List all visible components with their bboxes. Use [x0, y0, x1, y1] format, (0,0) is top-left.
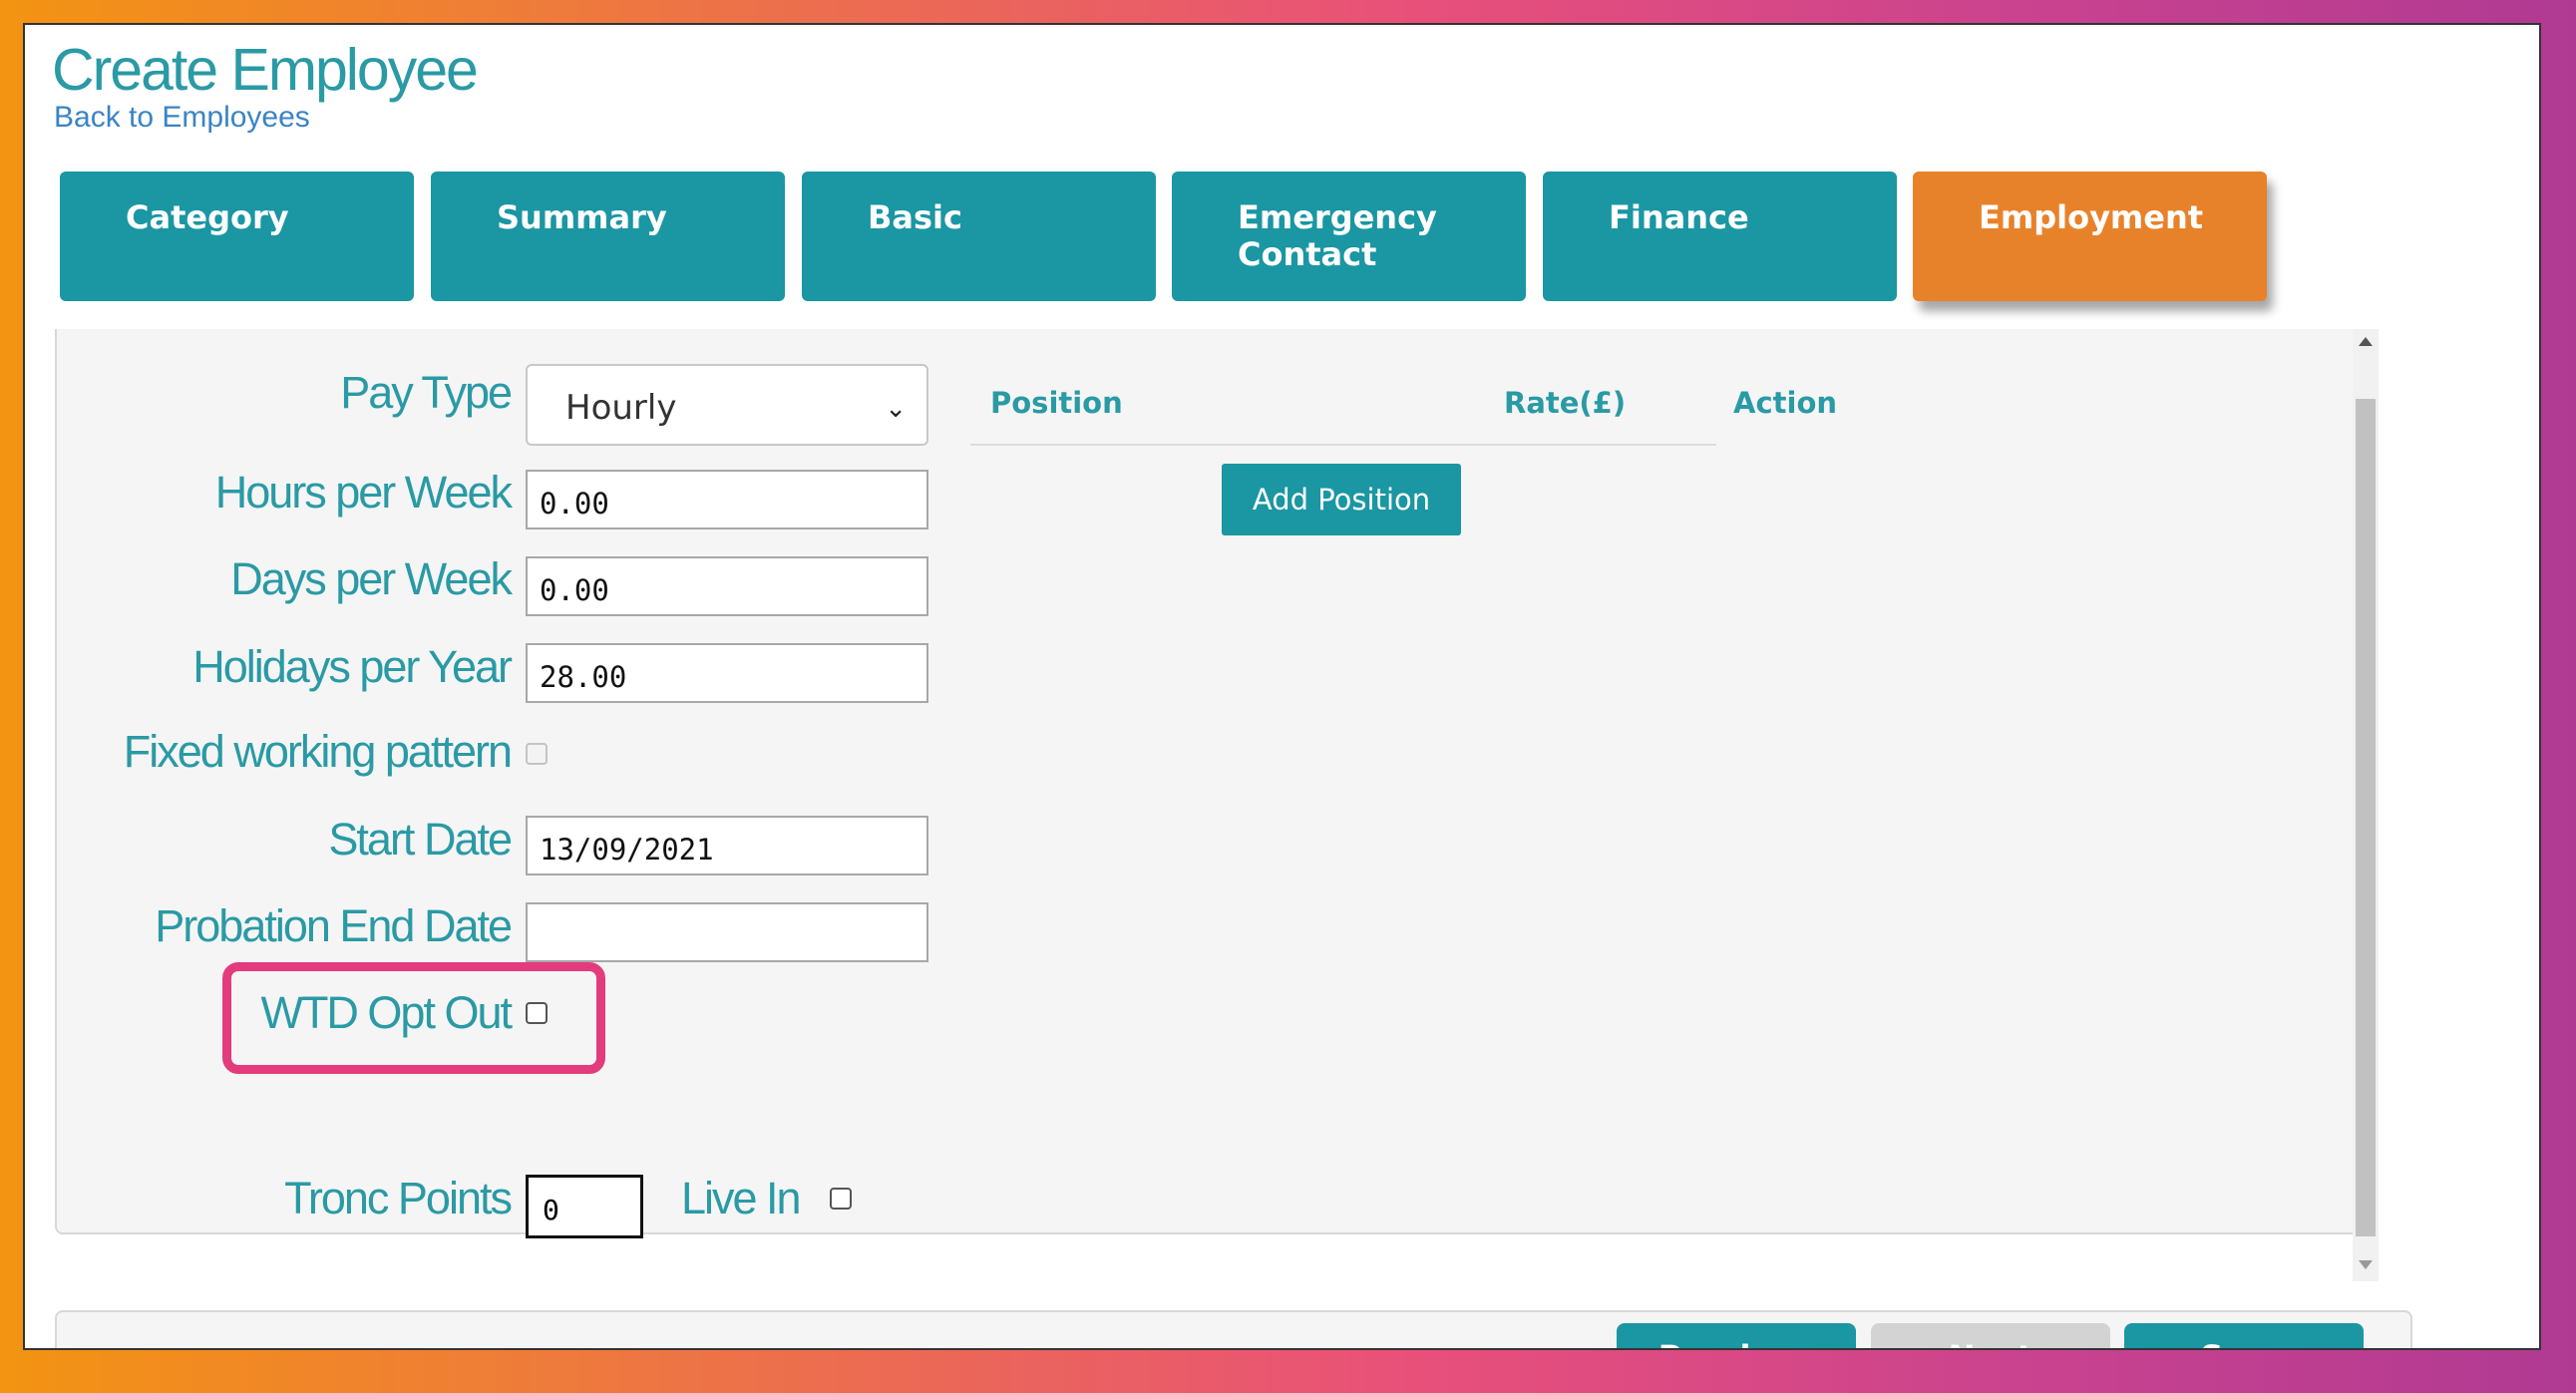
- live-in-label: Live In: [681, 1173, 802, 1223]
- tab-employment[interactable]: Employment: [1913, 172, 2267, 301]
- employment-panel: [55, 329, 2364, 1234]
- tronc-points-input[interactable]: 0: [526, 1175, 643, 1238]
- days-per-week-label: Days per Week: [230, 553, 513, 604]
- tab-finance[interactable]: Finance: [1543, 172, 1897, 301]
- start-date-input[interactable]: 13/09/2021: [526, 816, 928, 875]
- tab-label: Category: [126, 198, 289, 236]
- fixed-working-pattern-label: Fixed working pattern: [123, 726, 513, 777]
- probation-end-date-label: Probation End Date: [155, 900, 513, 951]
- tab-label: Basic: [868, 198, 962, 236]
- holidays-per-year-label: Holidays per Year: [192, 641, 513, 692]
- hours-per-week-input[interactable]: 0.00: [526, 470, 928, 529]
- back-to-employees-link[interactable]: Back to Employees: [54, 101, 310, 135]
- days-per-week-input[interactable]: 0.00: [526, 556, 928, 616]
- scrollbar-thumb[interactable]: [2356, 399, 2376, 1236]
- fixed-working-pattern-checkbox[interactable]: [526, 743, 548, 765]
- rate-column-header: Rate(£): [1504, 386, 1627, 420]
- tronc-points-label: Tronc Points: [284, 1173, 513, 1223]
- next-button[interactable]: Next: [1871, 1323, 2110, 1348]
- table-header-divider: [970, 444, 1716, 446]
- tab-label: Summary: [497, 198, 667, 236]
- add-position-button[interactable]: Add Position: [1222, 464, 1461, 535]
- tab-summary[interactable]: Summary: [431, 172, 785, 301]
- panel-scrollbar[interactable]: [2353, 329, 2379, 1281]
- position-column-header: Position: [990, 386, 1123, 420]
- hours-per-week-label: Hours per Week: [214, 467, 513, 518]
- app-window: Create Employee Back to Employees Catego…: [23, 23, 2541, 1350]
- pay-type-select[interactable]: Hourly ⌄: [526, 364, 928, 446]
- start-date-label: Start Date: [328, 814, 513, 865]
- scroll-down-arrow-icon[interactable]: [2359, 1260, 2373, 1269]
- holidays-per-year-input[interactable]: 28.00: [526, 643, 928, 703]
- tab-label: Employment: [1979, 198, 2204, 236]
- wtd-opt-out-label: WTD Opt Out: [260, 987, 513, 1038]
- wtd-opt-out-checkbox[interactable]: [526, 1002, 548, 1024]
- pay-type-label: Pay Type: [340, 367, 513, 418]
- scroll-up-arrow-icon[interactable]: [2359, 337, 2373, 346]
- tab-label: Finance: [1609, 198, 1749, 236]
- tab-emergency-contact[interactable]: Emergency Contact: [1172, 172, 1526, 301]
- live-in-checkbox[interactable]: [830, 1188, 852, 1210]
- probation-end-date-input[interactable]: [526, 902, 928, 962]
- page-title: Create Employee: [52, 37, 479, 103]
- tab-label: Emergency Contact: [1238, 198, 1437, 273]
- tab-basic[interactable]: Basic: [802, 172, 1156, 301]
- pay-type-value: Hourly: [565, 388, 677, 428]
- tab-category[interactable]: Category: [60, 172, 414, 301]
- save-button[interactable]: Save: [2124, 1323, 2364, 1348]
- chevron-down-icon: ⌄: [885, 394, 907, 424]
- action-column-header: Action: [1733, 386, 1838, 420]
- previous-button[interactable]: Previous: [1617, 1323, 1856, 1348]
